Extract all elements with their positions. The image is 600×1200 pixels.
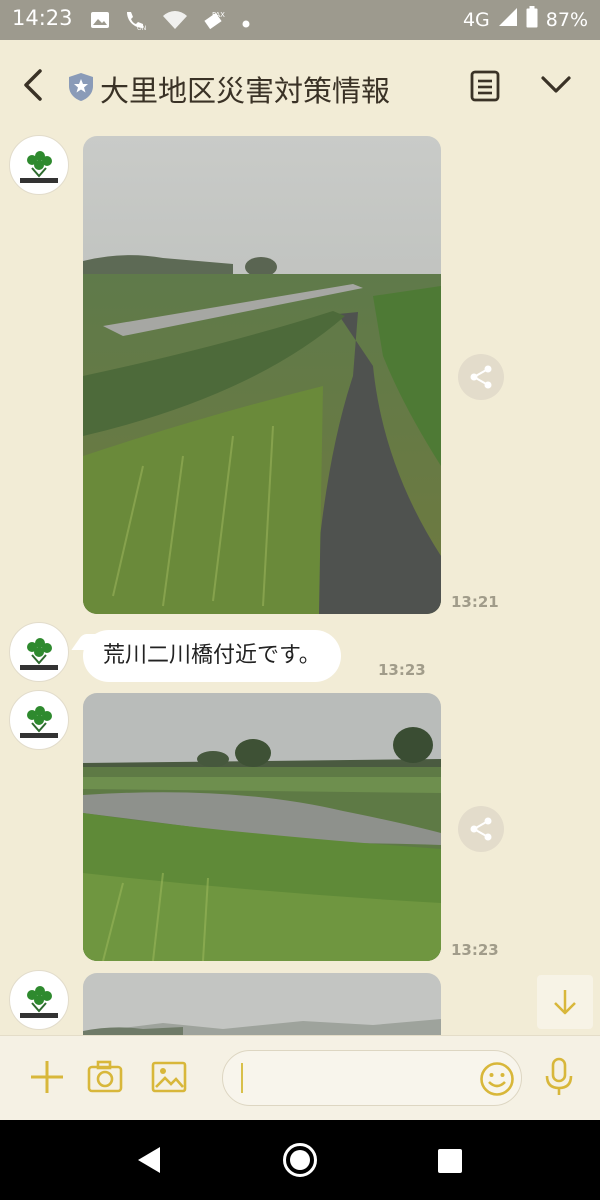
svg-text:ON: ON (137, 25, 146, 31)
chat-header: 大里地区災害対策情報 (0, 40, 600, 130)
share-button[interactable] (458, 354, 504, 400)
image-icon (90, 11, 110, 33)
camera-icon[interactable] (86, 1058, 124, 1100)
signal-icon (498, 7, 518, 32)
nav-home-icon[interactable] (282, 1142, 318, 1182)
battery-level: 87% (545, 8, 588, 31)
svg-text:FAX: FAX (212, 11, 225, 19)
chat-photo[interactable] (83, 973, 441, 1035)
wifi-icon (162, 10, 188, 34)
status-time: 14:23 (12, 6, 73, 30)
status-bar: 14:23 ON FAX 4G 87% (0, 0, 600, 40)
plus-icon[interactable] (28, 1058, 66, 1100)
notes-menu-icon[interactable] (470, 70, 500, 106)
microphone-icon[interactable] (542, 1056, 576, 1102)
chat-messages[interactable]: 13:21 荒川二川橋付近です。 13:23 13:23 (0, 130, 600, 1035)
arrow-down-icon (554, 990, 576, 1015)
call-volte-icon: ON (124, 9, 148, 35)
avatar[interactable] (9, 690, 69, 750)
chat-title-group[interactable]: 大里地区災害対策情報 (68, 68, 390, 110)
navigation-bar (0, 1120, 600, 1200)
status-icons: ON FAX (90, 8, 250, 36)
avatar[interactable] (9, 970, 69, 1030)
message-input[interactable] (243, 1059, 467, 1099)
share-button[interactable] (458, 806, 504, 852)
chat-title: 大里地区災害対策情報 (100, 74, 391, 108)
fax-icon: FAX (202, 8, 228, 36)
share-icon (470, 365, 492, 389)
message-input-wrapper[interactable] (222, 1050, 522, 1106)
gallery-icon[interactable] (150, 1058, 188, 1100)
chat-photo[interactable] (83, 693, 441, 961)
official-shield-icon (68, 72, 94, 106)
chevron-down-icon[interactable] (540, 74, 572, 100)
network-type: 4G (462, 8, 490, 31)
share-icon (470, 817, 492, 841)
emoji-icon[interactable] (479, 1061, 515, 1101)
battery-icon (526, 6, 538, 33)
back-arrow-icon[interactable] (20, 68, 46, 106)
message-time: 13:23 (451, 941, 499, 959)
dot-icon (242, 13, 250, 32)
avatar[interactable] (9, 135, 69, 195)
message-time: 13:23 (378, 661, 426, 679)
nav-recents-icon[interactable] (437, 1148, 463, 1178)
message-time: 13:21 (451, 593, 499, 611)
message-input-bar (0, 1035, 600, 1121)
nav-back-icon[interactable] (136, 1146, 162, 1178)
avatar[interactable] (9, 622, 69, 682)
chat-photo[interactable] (83, 136, 441, 614)
scroll-to-bottom-button[interactable] (537, 975, 593, 1029)
status-right: 4G 87% (463, 6, 588, 33)
text-message-bubble[interactable]: 荒川二川橋付近です。 (83, 630, 341, 682)
